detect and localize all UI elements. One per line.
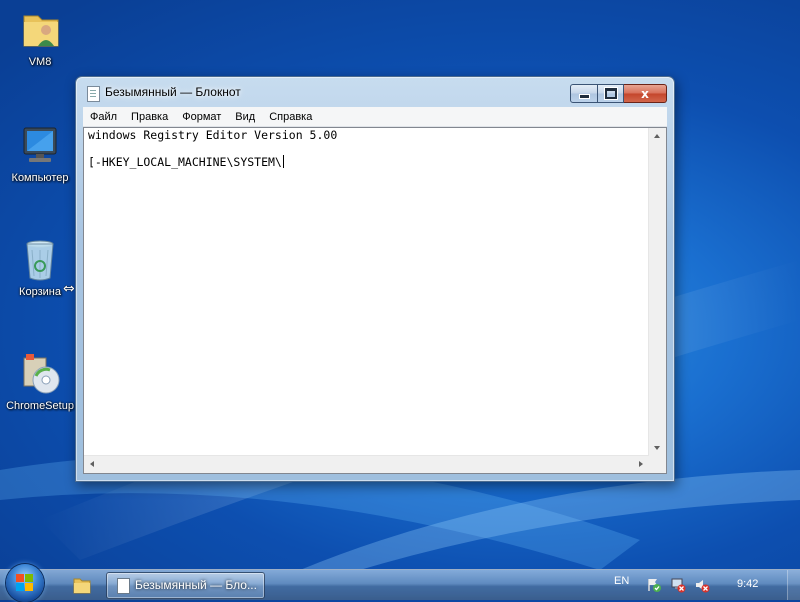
- menu-edit[interactable]: Правка: [124, 111, 175, 123]
- editor-line: windows Registry Editor Version 5.00: [88, 128, 338, 142]
- close-icon: x: [641, 86, 649, 101]
- editor-line-text: [-HKEY_LOCAL_MACHINE\SYSTEM\: [88, 155, 282, 169]
- recycle-bin-icon: [16, 236, 64, 284]
- scroll-down-icon[interactable]: [654, 446, 660, 450]
- window-controls: x: [570, 84, 667, 103]
- desktop-icon-chromesetup[interactable]: ChromeSetup: [2, 350, 78, 412]
- desktop-icon-computer[interactable]: Компьютер: [2, 122, 78, 184]
- taskbar-notepad-task[interactable]: Безымянный — Бло...: [106, 572, 265, 599]
- menu-format[interactable]: Формат: [175, 111, 228, 123]
- desktop-icon-label: VM8: [28, 56, 52, 68]
- vertical-scrollbar[interactable]: [648, 128, 666, 456]
- notepad-icon: [87, 86, 100, 102]
- menu-help[interactable]: Справка: [262, 111, 319, 123]
- scroll-right-icon[interactable]: [639, 461, 643, 467]
- scroll-up-icon[interactable]: [654, 134, 660, 138]
- scroll-left-icon[interactable]: [90, 461, 94, 467]
- notepad-icon: [117, 578, 130, 594]
- folder-icon: [73, 578, 91, 594]
- editor-text-area[interactable]: windows Registry Editor Version 5.00 [-H…: [84, 128, 649, 456]
- menu-view[interactable]: Вид: [228, 111, 262, 123]
- taskbar-task-label: Безымянный — Бло...: [135, 578, 257, 592]
- window-title: Безымянный — Блокнот: [105, 85, 241, 99]
- network-disconnected-icon[interactable]: [670, 577, 686, 593]
- taskbar: Безымянный — Бло... EN 9:42: [0, 564, 800, 602]
- title-bar[interactable]: Безымянный — Блокнот x: [76, 77, 674, 107]
- volume-muted-icon[interactable]: [694, 577, 710, 593]
- minimize-icon: [578, 94, 590, 99]
- show-desktop-button[interactable]: [787, 570, 800, 600]
- editor-line-current: [-HKEY_LOCAL_MACHINE\SYSTEM\: [88, 155, 284, 169]
- notepad-window[interactable]: Безымянный — Блокнот x Файл Правка Форма…: [75, 76, 675, 482]
- menu-bar: Файл Правка Формат Вид Справка: [83, 107, 667, 127]
- language-indicator[interactable]: EN: [614, 575, 629, 587]
- action-center-icon[interactable]: [646, 577, 662, 593]
- windows-logo-icon: [16, 574, 34, 592]
- maximize-icon: [604, 88, 617, 99]
- resize-cursor-icon: ⇔: [63, 281, 75, 297]
- scrollbar-corner: [649, 456, 666, 473]
- user-folder-icon: [16, 6, 64, 54]
- text-caret: [282, 155, 284, 168]
- text-editor[interactable]: windows Registry Editor Version 5.00 [-H…: [83, 127, 667, 474]
- start-button[interactable]: [6, 564, 44, 602]
- menu-file[interactable]: Файл: [83, 111, 124, 123]
- maximize-button[interactable]: [598, 84, 624, 103]
- close-button[interactable]: x: [624, 84, 667, 103]
- minimize-button[interactable]: [570, 84, 598, 103]
- installer-icon: [16, 350, 64, 398]
- horizontal-scrollbar[interactable]: [84, 455, 649, 473]
- desktop-icon-label: Компьютер: [11, 172, 69, 184]
- computer-icon: [16, 122, 64, 170]
- desktop-icon-label: ChromeSetup: [6, 400, 74, 412]
- taskbar-explorer-button[interactable]: [66, 573, 98, 597]
- taskbar-clock[interactable]: 9:42: [737, 578, 758, 590]
- desktop-icon-vm8[interactable]: VM8: [2, 6, 78, 68]
